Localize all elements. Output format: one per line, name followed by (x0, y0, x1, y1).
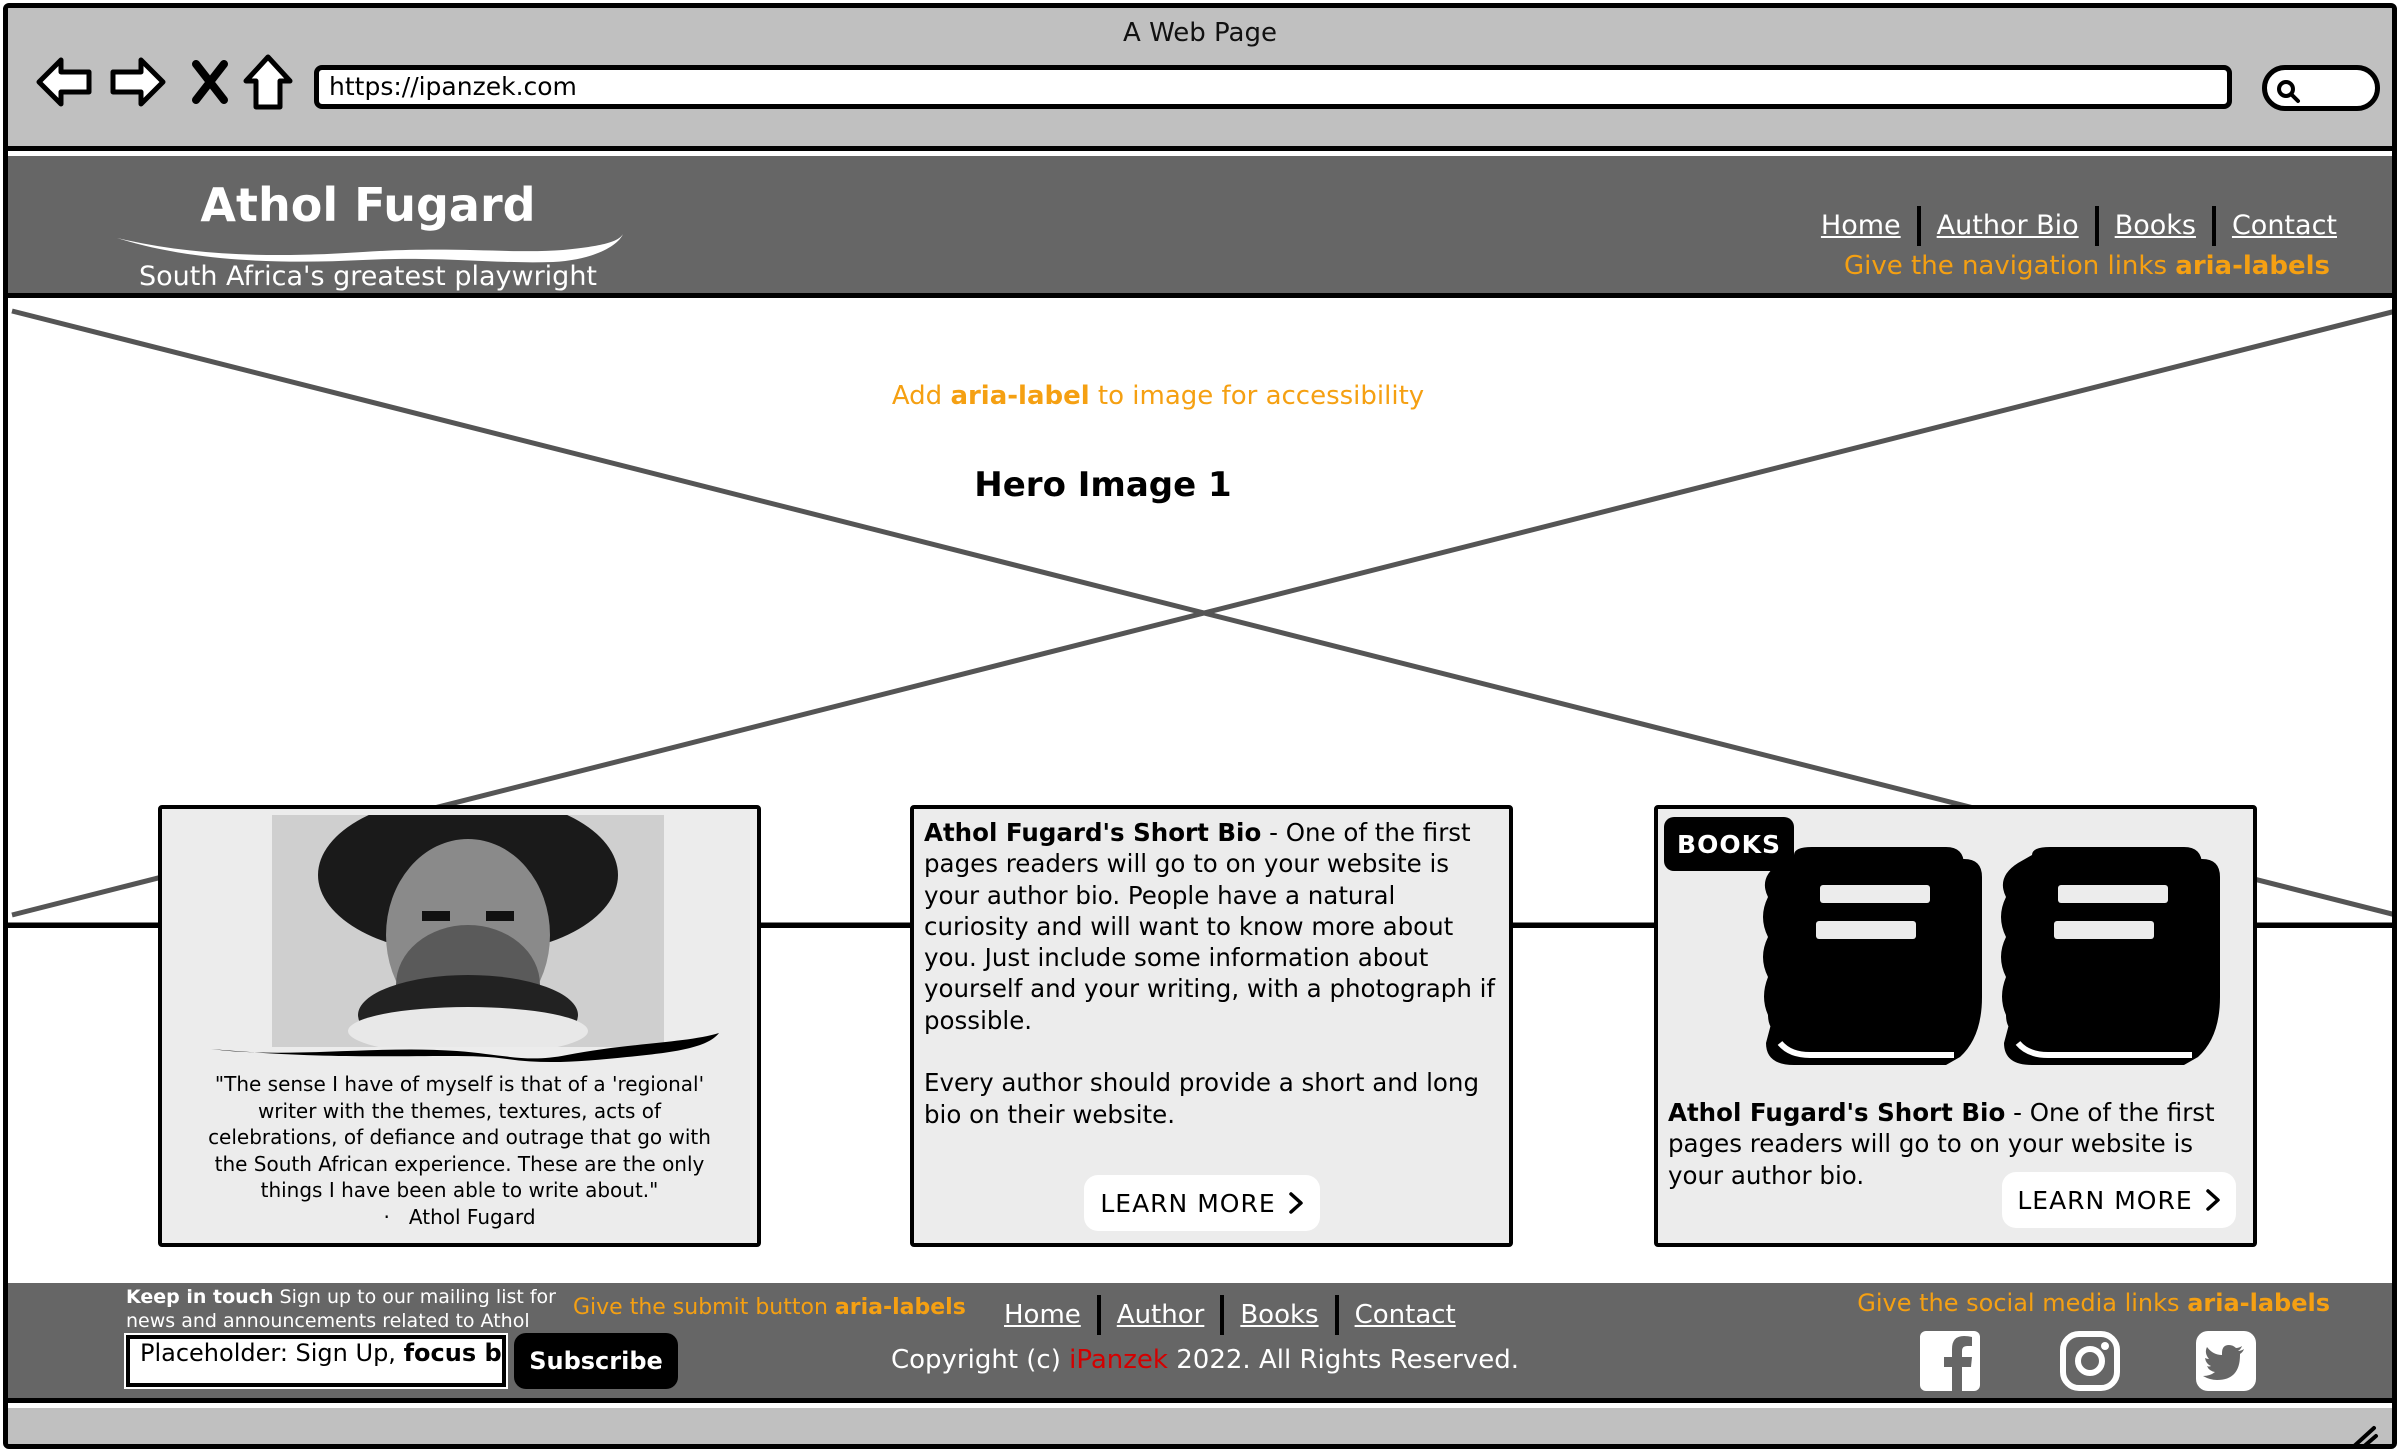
nav-home-link[interactable]: Home (1805, 207, 1917, 245)
nav-books-link[interactable]: Books (2099, 207, 2212, 245)
site-header: Athol Fugard South Africa's greatest pla… (8, 156, 2392, 298)
window-title: A Web Page (1123, 18, 1277, 48)
forward-arrow-icon[interactable] (108, 52, 168, 112)
browser-window: A Web Page https://ipanzek.com Athol Fug… (3, 3, 2397, 1449)
book-icon (1763, 847, 1982, 1065)
subscribe-button[interactable]: Subscribe (514, 1333, 678, 1389)
main-nav: Home Author Bio Books Contact (1805, 206, 2337, 246)
copyright-text: Copyright (c) iPanzek 2022. All Rights R… (890, 1345, 1520, 1375)
bio-card: Athol Fugard's Short Bio - One of the fi… (910, 805, 1513, 1247)
close-x-icon[interactable] (180, 52, 240, 112)
site-footer: Keep in touch Sign up to our mailing lis… (8, 1283, 2392, 1403)
nav-aria-note: Give the navigation links aria-labels (1844, 251, 2330, 281)
author-quote: "The sense I have of myself is that of a… (208, 1072, 711, 1229)
back-arrow-icon[interactable] (34, 52, 94, 112)
browser-status-bar (8, 1408, 2392, 1449)
quote-card: "The sense I have of myself is that of a… (158, 805, 761, 1247)
footer-nav: Home Author Books Contact (988, 1295, 1472, 1335)
browser-search-box[interactable] (2262, 65, 2380, 111)
bio-text: Athol Fugard's Short Bio - One of the fi… (924, 818, 1496, 1129)
quote-attribution: · Athol Fugard (383, 1204, 536, 1229)
quote-swoosh (211, 1033, 719, 1063)
facebook-icon[interactable] (1918, 1329, 1982, 1393)
author-portrait (272, 815, 664, 1047)
resize-handle-icon[interactable] (2346, 1422, 2380, 1449)
footer-home-link[interactable]: Home (988, 1297, 1097, 1333)
twitter-icon[interactable] (2194, 1329, 2258, 1393)
chevron-right-icon (2205, 1189, 2220, 1211)
footer-books-link[interactable]: Books (1224, 1297, 1334, 1333)
site-tagline: South Africa's greatest playwright (138, 261, 598, 292)
chevron-right-icon (1288, 1192, 1303, 1214)
submit-aria-note: Give the submit button aria-labels (573, 1295, 966, 1320)
bio-learn-more-button[interactable]: LEARN MORE (1084, 1175, 1320, 1231)
home-icon[interactable] (238, 52, 298, 112)
instagram-icon[interactable] (2058, 1329, 2122, 1393)
newsletter-email-input[interactable]: Placeholder: Sign Up, focus b (124, 1333, 508, 1389)
hero-title: Hero Image 1 (974, 465, 1232, 505)
address-bar[interactable]: https://ipanzek.com (314, 65, 2232, 109)
search-icon (2277, 80, 2300, 103)
logo-swoosh (117, 234, 623, 263)
hero-aria-note: Add aria-label to image for accessibilit… (891, 381, 1425, 411)
brand-name: iPanzek (1069, 1345, 1168, 1375)
nav-author-bio-link[interactable]: Author Bio (1921, 207, 2095, 245)
books-learn-more-button[interactable]: LEARN MORE (2002, 1172, 2236, 1228)
book-icon (2001, 847, 2220, 1065)
browser-toolbar: A Web Page https://ipanzek.com (8, 8, 2392, 151)
nav-contact-link[interactable]: Contact (2216, 207, 2337, 245)
footer-contact-link[interactable]: Contact (1339, 1297, 1472, 1333)
books-card: BOOKS Athol Fugard's Short Bio - One of … (1654, 805, 2257, 1247)
social-aria-note: Give the social media links aria-labels (1857, 1289, 2330, 1317)
footer-author-link[interactable]: Author (1101, 1297, 1221, 1333)
